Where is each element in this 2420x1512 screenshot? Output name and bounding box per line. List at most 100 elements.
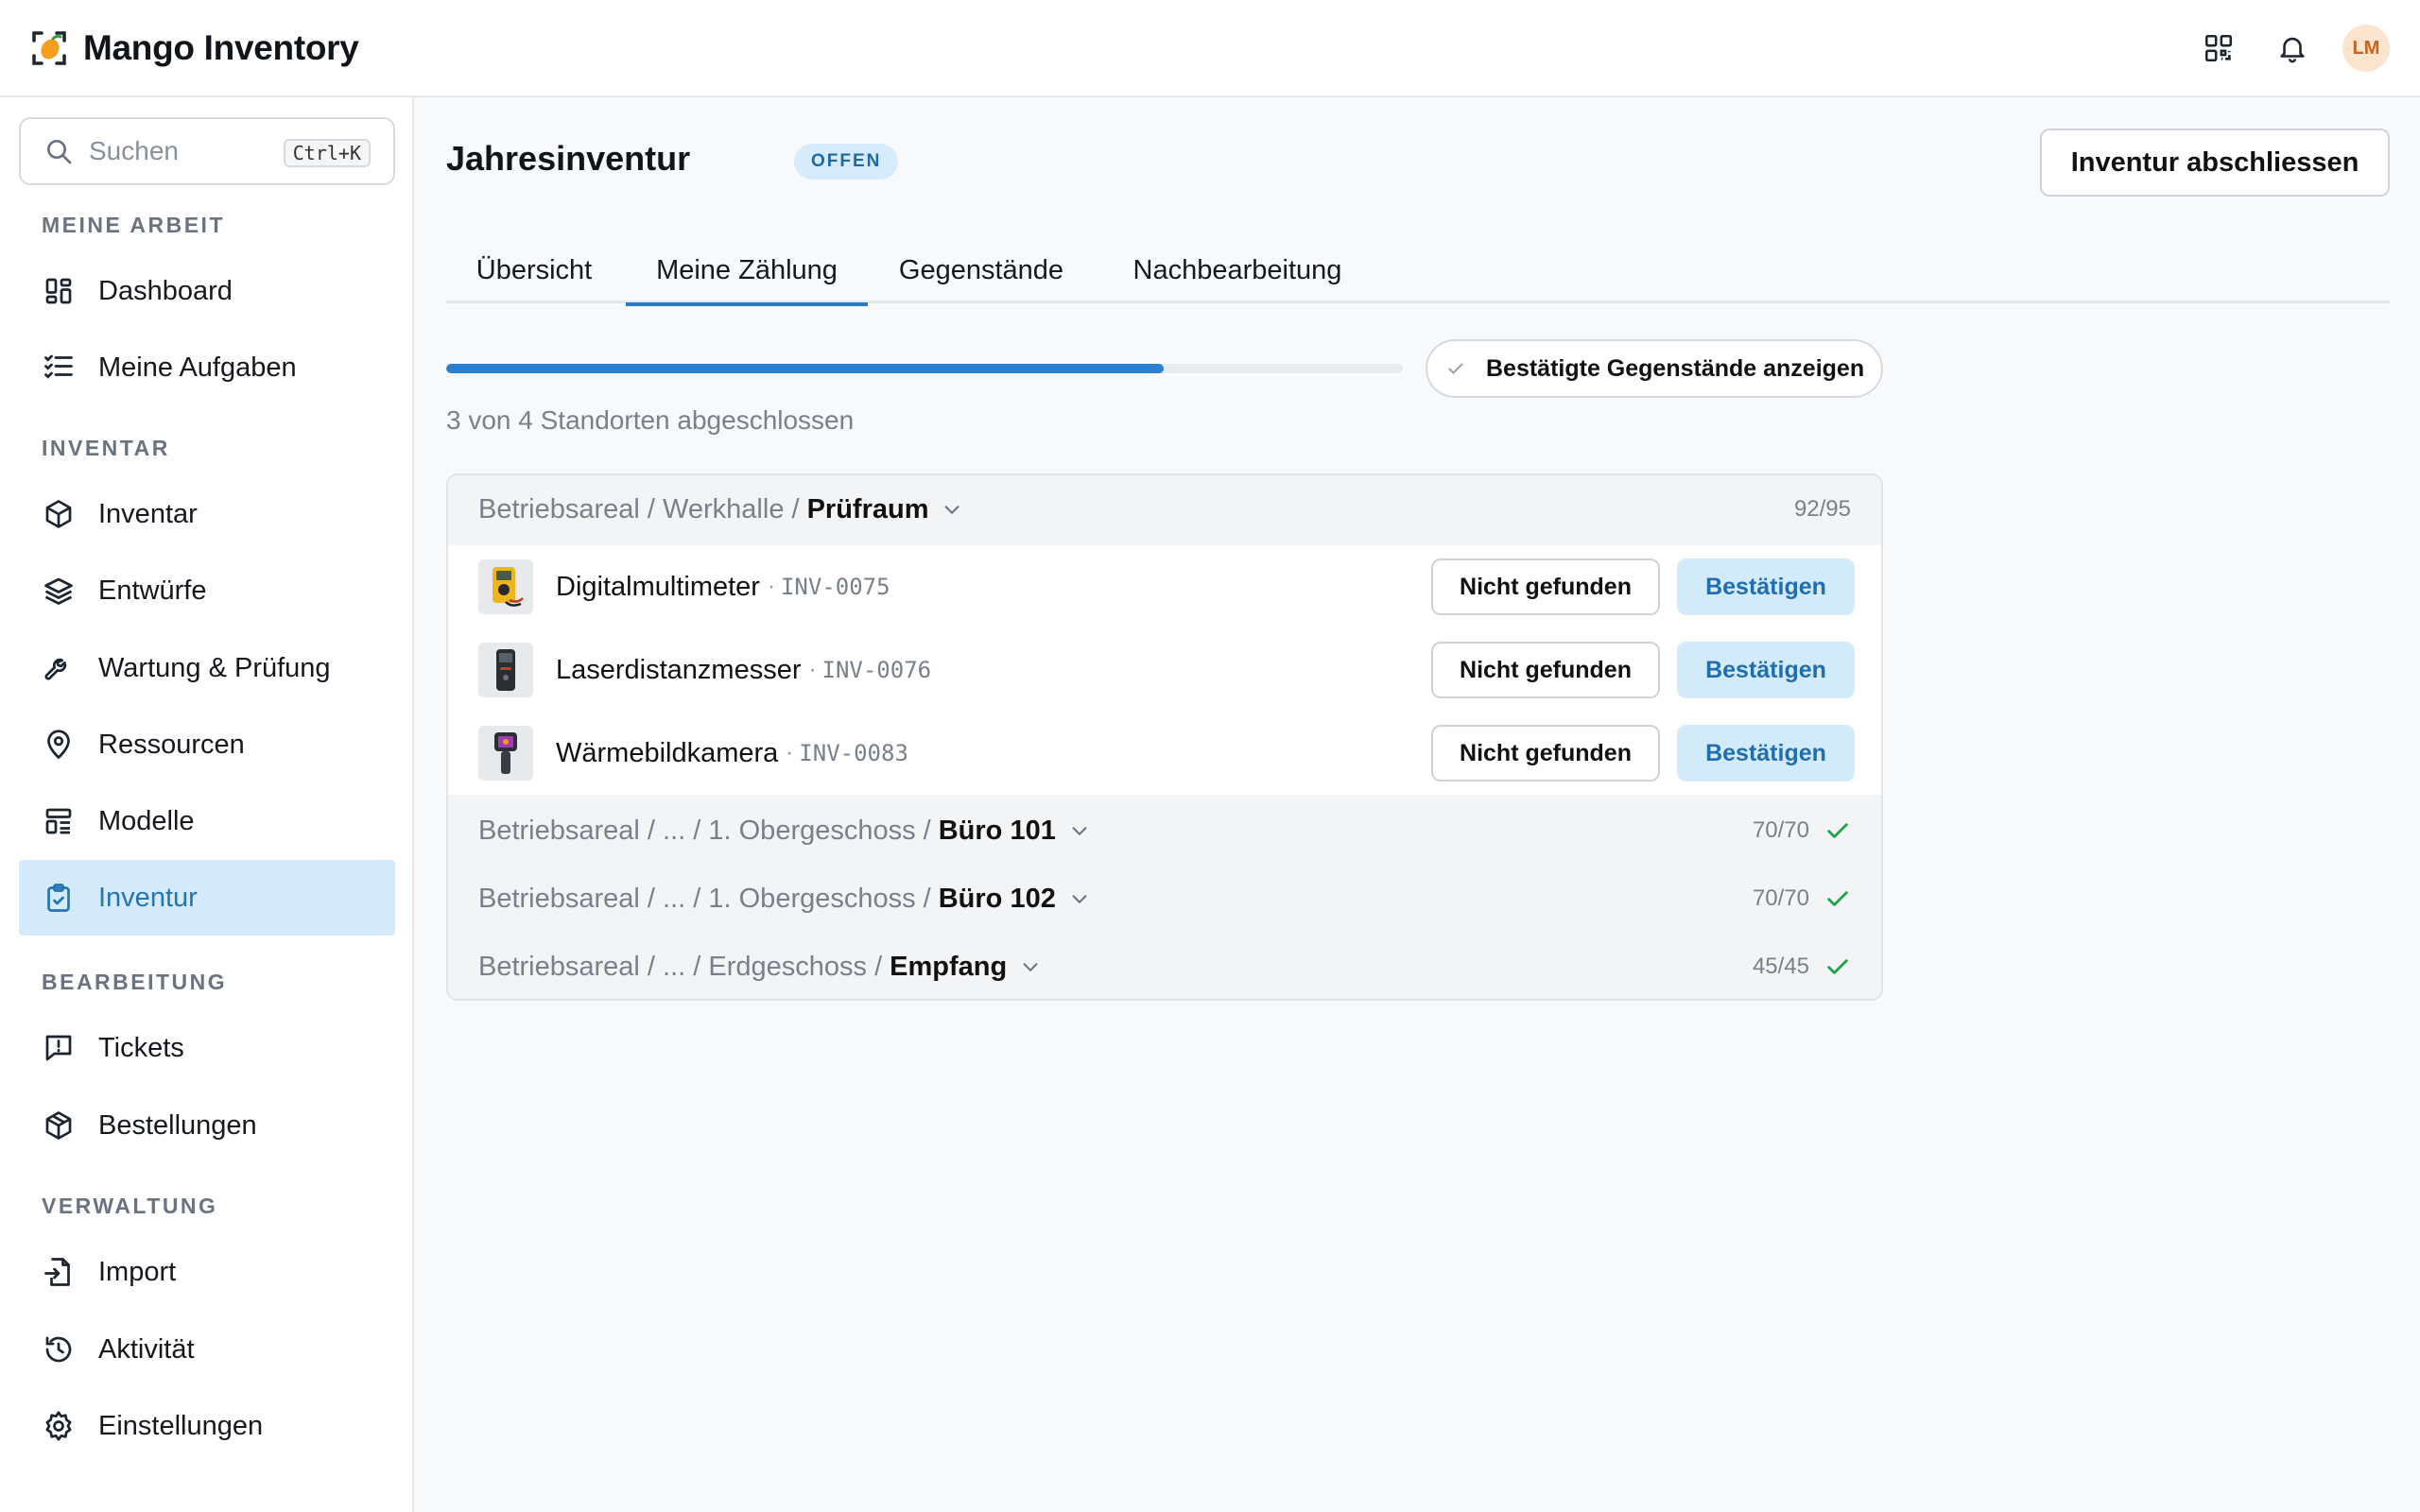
user-avatar[interactable]: LM <box>2342 25 2390 72</box>
location-header[interactable]: Betriebsareal / ... / 1. Obergeschoss / … <box>448 797 1881 865</box>
item-row: Laserdistanzmesser · INV-0076 Nicht gefu… <box>448 628 1881 712</box>
item-code: INV-0076 <box>821 657 932 683</box>
sidebar-item-dashboard[interactable]: Dashboard <box>19 253 395 329</box>
item-name: Digitalmultimeter <box>556 571 760 602</box>
location-header[interactable]: Betriebsareal / ... / Erdgeschoss / Empf… <box>448 933 1881 999</box>
check-icon <box>1448 363 1463 374</box>
show-confirmed-toggle[interactable]: Bestätigte Gegenstände anzeigen <box>1426 339 1883 398</box>
sidebar-item-entwuerfe[interactable]: Entwürfe <box>19 553 395 628</box>
item-name: Laserdistanzmesser <box>556 654 802 685</box>
sidebar-item-label: Dashboard <box>98 275 233 306</box>
close-inventory-button[interactable]: Inventur abschliessen <box>2040 129 2390 197</box>
location-count: 70/70 <box>1753 817 1851 844</box>
chevron-down-icon <box>1072 895 1087 904</box>
main-content: Jahresinventur OFFEN Inventur abschliess… <box>416 97 2420 1512</box>
tab-bar: Übersicht Meine Zählung Gegenstände Nach… <box>446 237 2390 306</box>
sidebar-item-label: Aktivität <box>98 1333 195 1365</box>
chevron-down-icon <box>1072 827 1087 836</box>
wrench-icon <box>44 658 67 680</box>
brand[interactable]: Mango Inventory <box>30 28 359 68</box>
location-header[interactable]: Betriebsareal / ... / 1. Obergeschoss / … <box>448 865 1881 933</box>
not-found-button[interactable]: Nicht gefunden <box>1431 642 1660 698</box>
location-pin-icon <box>47 730 70 760</box>
chevron-down-icon <box>1023 963 1038 972</box>
page-title: Jahresinventur <box>446 139 691 178</box>
location-count: 45/45 <box>1753 954 1851 980</box>
sidebar-item-einstellungen[interactable]: Einstellungen <box>19 1388 395 1464</box>
top-bar: Mango Inventory LM <box>0 0 2420 97</box>
dashboard-icon <box>45 278 72 304</box>
sidebar-item-ressourcen[interactable]: Ressourcen <box>19 707 395 782</box>
item-code: INV-0075 <box>780 574 890 600</box>
app-name: Mango Inventory <box>83 27 359 67</box>
location-count: 70/70 <box>1753 885 1851 912</box>
clipboard-check-icon <box>47 884 70 912</box>
box-icon <box>45 500 72 528</box>
progress-bar <box>446 364 1403 373</box>
item-list: Digitalmultimeter · INV-0075 Nicht gefun… <box>448 545 1881 795</box>
not-found-button[interactable]: Nicht gefunden <box>1431 558 1660 615</box>
tab-uebersicht[interactable]: Übersicht <box>446 237 622 303</box>
search-icon <box>47 140 72 164</box>
location-name: Büro 101 <box>938 815 1056 846</box>
location-header[interactable]: Betriebsareal / Werkhalle / Prüfraum 92/… <box>448 475 1881 543</box>
progress-text: 3 von 4 Standorten abgeschlossen <box>446 405 855 435</box>
sidebar-item-label: Ressourcen <box>98 729 245 760</box>
sidebar-item-meine-aufgaben[interactable]: Meine Aufgaben <box>19 330 395 405</box>
sidebar-item-label: Entwürfe <box>98 575 207 606</box>
tab-gegenstaende[interactable]: Gegenstände <box>868 237 1095 303</box>
location-path: Betriebsareal / ... / 1. Obergeschoss / <box>478 815 931 846</box>
history-icon <box>45 1336 72 1363</box>
sidebar-item-bestellungen[interactable]: Bestellungen <box>19 1088 395 1163</box>
sidebar-item-inventur[interactable]: Inventur <box>19 860 395 936</box>
sidebar-item-label: Einstellungen <box>98 1410 264 1441</box>
sidebar-item-modelle[interactable]: Modelle <box>19 783 395 859</box>
section-label-verwaltung: VERWALTUNG <box>42 1194 218 1218</box>
confirm-button[interactable]: Bestätigen <box>1677 725 1855 782</box>
sidebar-item-tickets[interactable]: Tickets <box>19 1010 395 1086</box>
tab-nachbearbeitung[interactable]: Nachbearbeitung <box>1095 237 1380 303</box>
sidebar-item-aktivitaet[interactable]: Aktivität <box>19 1312 395 1387</box>
sidebar-item-label: Tickets <box>98 1032 184 1063</box>
item-name: Wärmebildkamera <box>556 737 779 768</box>
confirm-button[interactable]: Bestätigen <box>1677 642 1855 698</box>
section-label-meine-arbeit: MEINE ARBEIT <box>42 213 225 237</box>
sidebar-item-wartung-pruefung[interactable]: Wartung & Prüfung <box>19 630 395 706</box>
not-found-button[interactable]: Nicht gefunden <box>1431 725 1660 782</box>
multimeter-image <box>478 559 533 614</box>
location-path: Betriebsareal / ... / Erdgeschoss / <box>478 951 883 982</box>
thermal-camera-image <box>478 726 533 781</box>
check-icon <box>1827 959 1848 974</box>
location-path: Betriebsareal / Werkhalle / <box>478 493 800 524</box>
check-icon <box>1827 891 1848 906</box>
sidebar-item-import[interactable]: Import <box>19 1234 395 1310</box>
location-count: 92/95 <box>1793 496 1851 522</box>
tab-meine-zaehlung[interactable]: Meine Zählung <box>626 237 868 306</box>
task-list-icon <box>44 354 73 379</box>
template-icon <box>45 808 72 834</box>
sidebar: Ctrl+K MEINE ARBEIT Dashboard Meine Aufg… <box>0 97 414 1512</box>
qr-code-icon[interactable] <box>2195 25 2242 72</box>
confirm-button[interactable]: Bestätigen <box>1677 558 1855 615</box>
location-name: Büro 102 <box>938 883 1056 914</box>
location-name: Empfang <box>890 951 1008 982</box>
search-box[interactable]: Ctrl+K <box>19 117 395 185</box>
sidebar-item-label: Import <box>98 1256 177 1287</box>
sidebar-item-label: Wartung & Prüfung <box>98 652 331 683</box>
package-icon <box>45 1111 72 1140</box>
progress-fill <box>446 364 1164 373</box>
sidebar-item-label: Modelle <box>98 805 195 836</box>
sidebar-item-label: Inventar <box>98 498 198 529</box>
message-alert-icon <box>45 1035 72 1061</box>
location-name: Prüfraum <box>806 493 929 524</box>
sidebar-item-label: Meine Aufgaben <box>98 352 297 383</box>
check-icon <box>1827 823 1848 838</box>
mango-logo-icon <box>32 30 66 65</box>
sidebar-item-label: Inventur <box>98 882 198 913</box>
sidebar-item-inventar[interactable]: Inventar <box>19 476 395 552</box>
bell-icon[interactable] <box>2269 25 2316 72</box>
search-input[interactable] <box>89 136 268 166</box>
status-badge: OFFEN <box>794 144 899 180</box>
file-import-icon <box>44 1258 70 1286</box>
item-row: Wärmebildkamera · INV-0083 Nicht gefunde… <box>448 712 1881 795</box>
